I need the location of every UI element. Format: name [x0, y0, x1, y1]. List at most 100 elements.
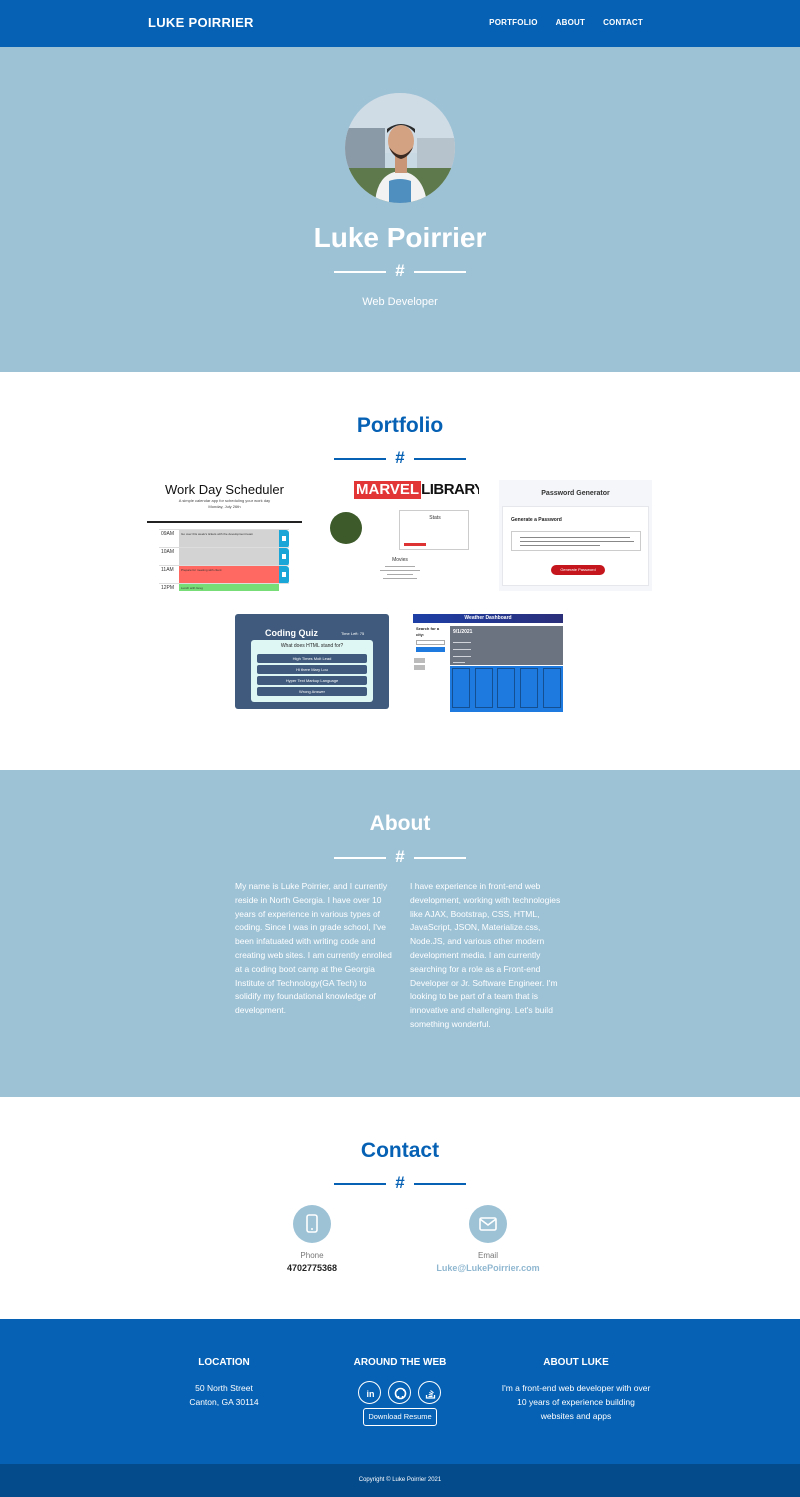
hour-entry: Go over this week's tickets with the dev… — [181, 532, 254, 536]
about-paragraph-2: I have experience in front-end web devel… — [410, 881, 561, 1029]
brand-logo[interactable]: LUKE POIRRIER — [148, 15, 254, 30]
scheduler-date: Monday, July 26th — [208, 504, 241, 509]
divider-line — [334, 1183, 386, 1185]
quiz-panel: What does HTML stand for? High Times Mol… — [251, 640, 373, 702]
phone-number[interactable]: 4702775368 — [232, 1263, 392, 1273]
forecast-card — [520, 668, 539, 708]
stackoverflow-icon[interactable] — [418, 1381, 441, 1404]
hour-label: 12PM — [161, 585, 175, 591]
logo-marvel: MARVEL — [354, 481, 422, 499]
project-card-quiz[interactable]: Coding Quiz Time Left: 75 What does HTML… — [235, 614, 389, 709]
contact-divider: # — [334, 1173, 466, 1192]
hour-block: Go over this week's tickets with the dev… — [179, 530, 279, 548]
hour-block: Prepare for meeting with client — [179, 566, 279, 584]
forecast-card — [452, 668, 471, 708]
nav-link-about[interactable]: ABOUT — [556, 18, 585, 27]
history-button — [414, 665, 425, 670]
hero-thumbnail — [330, 512, 362, 544]
github-icon[interactable] — [388, 1381, 411, 1404]
project-card-marvel[interactable]: MARVEL LIBRARY Stats Movies — [321, 480, 479, 591]
password-panel-title: Generate a Password — [511, 517, 562, 523]
scheduler-row: 12PM Lunch with Greg — [159, 583, 289, 591]
hour-label: 10AM — [161, 549, 175, 555]
weather-search-button — [416, 647, 445, 652]
hash-icon: # — [395, 847, 405, 866]
nav-link-portfolio[interactable]: PORTFOLIO — [489, 18, 537, 27]
about-luke-text: I'm a front-end web developer with over … — [501, 1383, 651, 1421]
svg-text:in: in — [367, 1389, 375, 1399]
hero-subtitle: Web Developer — [362, 296, 438, 308]
hour-block: Lunch with Greg — [179, 584, 279, 591]
divider-line — [414, 1183, 466, 1185]
hour-entry: Lunch with Greg — [181, 586, 203, 590]
generate-button: Generate Password — [551, 565, 605, 575]
nav-links: PORTFOLIO ABOUT CONTACT — [489, 18, 643, 27]
quiz-answer: High Times Molt Lead — [257, 654, 367, 663]
envelope-icon — [469, 1205, 507, 1243]
forecast-card — [474, 668, 493, 708]
divider-line — [414, 857, 466, 859]
quiz-title: Coding Quiz — [265, 628, 318, 638]
portfolio-title: Portfolio — [356, 414, 444, 437]
around-web-title: AROUND THE WEB — [353, 1357, 447, 1368]
hour-label: 11AM — [161, 567, 174, 573]
hash-icon: # — [395, 261, 405, 280]
about-divider: # — [334, 847, 466, 866]
navbar: LUKE POIRRIER PORTFOLIO ABOUT CONTACT — [0, 0, 800, 47]
phone-icon — [293, 1205, 331, 1243]
scheduler-row: 09AM Go over this week's tickets with th… — [159, 529, 289, 548]
scheduler-row: 10AM — [159, 547, 289, 566]
hour-block — [179, 548, 279, 566]
download-resume-button[interactable]: Download Resume — [363, 1408, 437, 1426]
divider-line — [334, 271, 386, 273]
forecast-card — [542, 668, 561, 708]
project-card-weather[interactable]: Weather Dashboard Search for a city: 9/1… — [413, 614, 563, 712]
hash-icon: # — [395, 448, 405, 467]
divider-line — [334, 857, 386, 859]
password-title: Password Generator — [541, 490, 610, 497]
hero-divider: # — [334, 261, 466, 280]
save-icon — [279, 566, 289, 584]
divider-line — [414, 271, 466, 273]
copyright-bar: Copyright © Luke Poirrier 2021 — [0, 1464, 800, 1497]
about-section: About # My name is Luke Poirrier, and I … — [0, 770, 800, 1097]
hour-entry: Prepare for meeting with client — [181, 568, 222, 572]
hero-name: Luke Poirrier — [313, 222, 487, 253]
marvel-library-logo: MARVEL LIBRARY — [354, 481, 479, 499]
hero-section: Luke Poirrier # Web Developer — [0, 47, 800, 372]
address-line-2: Canton, GA 30114 — [189, 1397, 259, 1407]
quiz-answer: Wrong Answer — [257, 687, 367, 696]
nav-link-contact[interactable]: CONTACT — [603, 18, 643, 27]
history-button — [414, 658, 425, 663]
forecast-row — [450, 666, 563, 712]
movies-label: Movies — [392, 557, 408, 563]
location-title: LOCATION — [198, 1357, 250, 1368]
email-label: Email — [477, 1251, 498, 1260]
contact-title: Contact — [360, 1139, 440, 1162]
divider-line — [414, 458, 466, 460]
stats-label: Stats — [429, 515, 441, 521]
password-panel: Generate a Password Generate Password — [502, 506, 649, 586]
logo-library: LIBRARY — [421, 481, 479, 498]
address-line-1: 50 North Street — [195, 1383, 253, 1393]
forecast-card — [497, 668, 516, 708]
about-luke-title: ABOUT LUKE — [543, 1357, 609, 1368]
weather-title: Weather Dashboard — [413, 614, 563, 623]
email-link[interactable]: Luke@LukePoirrier.com — [408, 1263, 568, 1273]
password-output — [511, 531, 641, 551]
profile-avatar — [345, 93, 455, 203]
portfolio-divider: # — [334, 448, 466, 467]
scheduler-row: 11AM Prepare for meeting with client — [159, 565, 289, 584]
stats-panel: Stats — [399, 510, 469, 550]
project-card-password[interactable]: Password Generator Generate a Password G… — [499, 480, 652, 591]
quiz-answer: Hyper Text Markup Language — [257, 676, 367, 685]
save-icon — [279, 530, 289, 548]
linkedin-icon[interactable]: in — [358, 1381, 381, 1404]
hash-icon: # — [395, 1173, 405, 1192]
phone-label: Phone — [300, 1251, 324, 1260]
about-title: About — [369, 812, 431, 835]
stats-bar — [404, 543, 426, 546]
project-card-scheduler[interactable]: Work Day Scheduler A simple calendar app… — [147, 480, 302, 591]
scheduler-subtitle: A simple calendar app for scheduling you… — [178, 498, 271, 503]
about-paragraph-1: My name is Luke Poirrier, and I currentl… — [235, 881, 392, 1016]
